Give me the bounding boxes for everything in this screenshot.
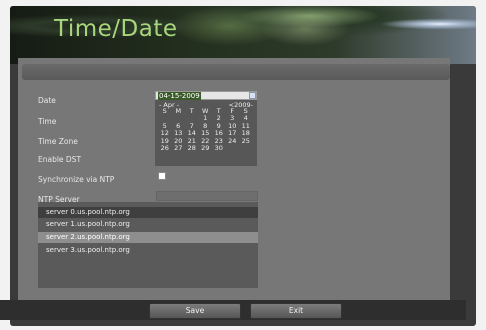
- calendar-day: [226, 145, 240, 152]
- ntp-server-list[interactable]: server 0.us.pool.ntp.org server 1.us.poo…: [38, 202, 258, 288]
- timezone-label: Time Zone: [38, 137, 78, 146]
- calendar-day[interactable]: 25: [239, 137, 253, 145]
- ntp-sync-checkbox[interactable]: [158, 172, 166, 180]
- calendar-day: [239, 145, 253, 152]
- banner-leaf-decoration: [260, 12, 350, 46]
- ntp-server-item[interactable]: server 1.us.pool.ntp.org: [38, 219, 258, 230]
- time-label: Time: [38, 117, 57, 126]
- calendar-day[interactable]: 30: [212, 144, 226, 152]
- calendar-weekday: T: [189, 107, 194, 115]
- ntp-server-item[interactable]: server 3.us.pool.ntp.org: [38, 245, 258, 256]
- calendar-day[interactable]: 26: [158, 144, 172, 152]
- calendar-day[interactable]: 28: [185, 144, 199, 152]
- date-value: 04-15-2009: [158, 92, 201, 100]
- ntp-server-input[interactable]: [156, 191, 258, 201]
- dst-label: Enable DST: [38, 155, 82, 164]
- calendar-day[interactable]: 29: [199, 144, 213, 152]
- date-label: Date: [38, 96, 56, 105]
- save-button[interactable]: Save: [149, 303, 241, 319]
- calendar-icon[interactable]: [249, 92, 256, 99]
- ntp-server-item[interactable]: server 2.us.pool.ntp.org: [38, 232, 258, 243]
- date-input[interactable]: 04-15-2009: [155, 91, 257, 100]
- calendar-day[interactable]: 27: [172, 144, 186, 152]
- calendar-day[interactable]: 24: [226, 137, 240, 145]
- exit-button[interactable]: Exit: [250, 303, 342, 319]
- ntp-server-item[interactable]: server 0.us.pool.ntp.org: [38, 207, 258, 218]
- calendar-grid: S M T W T F S 1 2 3 4 5 6 7 8 9 10 11 12 13 14 15 16 17 18 19 20 21…: [158, 107, 253, 152]
- calendar-weekday: M: [175, 107, 182, 115]
- calendar-popup[interactable]: - Apr - <2009- S M T W T F S 1 2 3 4 5 6 7 8 9 10 11 12 13 1…: [155, 100, 257, 166]
- panel-header-bar: [22, 64, 450, 80]
- calendar-weekday: S: [162, 107, 167, 115]
- ntp-sync-label: Synchronize via NTP: [38, 175, 115, 184]
- page-title: Time/Date: [54, 16, 178, 42]
